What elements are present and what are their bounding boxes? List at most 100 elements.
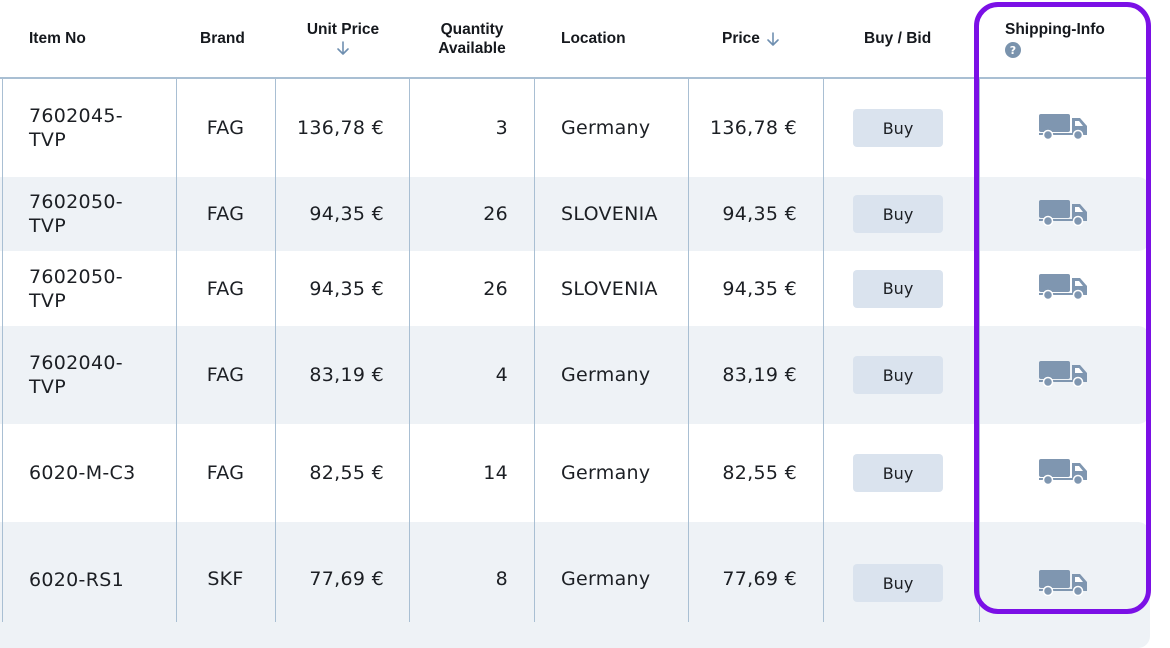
unit-price-cell: 136,78 € xyxy=(276,79,384,177)
brand-value: FAG xyxy=(206,277,245,300)
column-divider xyxy=(275,77,276,622)
truck-icon[interactable] xyxy=(1039,112,1089,145)
buy-button[interactable]: Buy xyxy=(853,195,943,233)
quantity-cell: 8 xyxy=(410,522,508,590)
item-no-line1: 6020-M-C3 xyxy=(29,462,136,484)
brand-cell: FAG xyxy=(176,79,275,177)
table-row: 7602040- TVP FAG 83,19 € 4 Germany 83,19 € Buy xyxy=(0,326,1150,424)
unit-price-cell: 94,35 € xyxy=(276,177,384,251)
header-shipping-info[interactable]: Shipping-Info ? xyxy=(1005,0,1135,77)
price-cell: 83,19 € xyxy=(689,326,797,424)
header-quantity-available[interactable]: Quantity Available xyxy=(416,0,528,77)
question-circle-icon[interactable]: ? xyxy=(1005,42,1021,58)
table-header: Item No Brand Unit Price Quantity Availa… xyxy=(0,0,1150,79)
location-cell: Germany xyxy=(561,424,686,522)
item-no-line1: 7602040- xyxy=(29,352,123,374)
brand-value: SKF xyxy=(207,568,244,590)
table-row: 7602050- TVP FAG 94,35 € 26 SLOVENIA 94,35 € Bu… xyxy=(0,251,1150,326)
table-row: 7602045- TVP FAG 136,78 € 3 Germany 136,78 € Bu… xyxy=(0,79,1150,177)
truck-icon[interactable] xyxy=(1039,359,1089,392)
buy-cell: Buy xyxy=(824,177,972,251)
sort-arrow-down-icon[interactable] xyxy=(766,30,780,48)
item-no-line2: TVP xyxy=(29,376,66,398)
header-item-no-label: Item No xyxy=(29,30,86,47)
buy-cell: Buy xyxy=(824,424,972,522)
location-cell: SLOVENIA xyxy=(561,251,686,326)
header-brand[interactable]: Brand xyxy=(200,0,260,77)
quantity-value: 14 xyxy=(483,462,508,484)
quantity-cell: 26 xyxy=(410,251,508,326)
header-price-label: Price xyxy=(722,30,760,47)
location-value: SLOVENIA xyxy=(561,203,658,225)
buy-button[interactable]: Buy xyxy=(853,269,943,308)
shipping-cell xyxy=(981,522,1147,601)
header-price[interactable]: Price xyxy=(722,0,812,77)
buy-button[interactable]: Buy xyxy=(853,356,943,394)
header-item-no[interactable]: Item No xyxy=(29,0,169,77)
quantity-value: 26 xyxy=(483,277,508,300)
truck-icon[interactable] xyxy=(1039,568,1089,601)
table-row: 6020-M-C3 FAG 82,55 € 14 Germany 82,55 € Buy xyxy=(0,424,1150,522)
table-row: 7602050- TVP FAG 94,35 € 26 SLOVENIA 94,35 € Bu… xyxy=(0,177,1150,251)
item-no-cell[interactable]: 7602050- TVP xyxy=(29,177,169,251)
header-buy-bid-label: Buy / Bid xyxy=(864,30,932,47)
item-no-line2: TVP xyxy=(29,289,66,312)
location-cell: Germany xyxy=(561,79,686,177)
brand-value: FAG xyxy=(206,203,245,225)
quantity-cell: 26 xyxy=(410,177,508,251)
price-cell: 82,55 € xyxy=(689,424,797,522)
brand-cell: FAG xyxy=(176,326,275,424)
quantity-cell: 4 xyxy=(410,326,508,424)
header-location[interactable]: Location xyxy=(561,0,671,77)
item-no-cell[interactable]: 6020-M-C3 xyxy=(29,424,169,522)
quantity-value: 8 xyxy=(495,568,508,590)
price-value: 94,35 € xyxy=(722,277,797,300)
header-unit-price-label: Unit Price xyxy=(306,21,380,38)
brand-cell: SKF xyxy=(176,522,275,590)
brand-value: FAG xyxy=(206,462,245,484)
header-unit-price[interactable]: Unit Price xyxy=(288,0,398,77)
header-location-label: Location xyxy=(561,30,626,47)
item-no-cell[interactable]: 7602045- TVP xyxy=(29,79,169,177)
unit-price-value: 136,78 € xyxy=(296,117,384,139)
buy-button[interactable]: Buy xyxy=(853,454,943,492)
price-cell: 94,35 € xyxy=(689,251,797,326)
location-cell: Germany xyxy=(561,522,686,590)
buy-cell: Buy xyxy=(824,251,972,326)
column-divider xyxy=(176,77,177,622)
unit-price-value: 77,69 € xyxy=(309,568,384,590)
buy-button[interactable]: Buy xyxy=(853,109,943,147)
truck-icon[interactable] xyxy=(1039,272,1089,305)
unit-price-cell: 83,19 € xyxy=(276,326,384,424)
quantity-cell: 14 xyxy=(410,424,508,522)
header-brand-label: Brand xyxy=(200,30,245,47)
location-value: Germany xyxy=(561,462,651,484)
price-cell: 94,35 € xyxy=(689,177,797,251)
item-no-line1: 6020-RS1 xyxy=(29,569,124,591)
quantity-value: 4 xyxy=(495,364,508,386)
sort-arrow-down-icon[interactable] xyxy=(336,39,350,57)
price-cell: 77,69 € xyxy=(689,522,797,590)
brand-value: FAG xyxy=(206,364,245,386)
shipping-cell xyxy=(981,424,1147,522)
header-shipping-info-label: Shipping-Info xyxy=(1005,21,1105,38)
table-row: 6020-RS1 SKF 77,69 € 8 Germany 77,69 € Buy xyxy=(0,522,1150,648)
unit-price-value: 83,19 € xyxy=(309,364,384,386)
header-buy-bid[interactable]: Buy / Bid xyxy=(864,0,954,77)
buy-button[interactable]: Buy xyxy=(853,564,943,602)
truck-icon[interactable] xyxy=(1039,198,1089,231)
item-no-cell[interactable]: 7602040- TVP xyxy=(29,326,169,424)
unit-price-cell: 77,69 € xyxy=(276,522,384,590)
quantity-value: 26 xyxy=(483,203,508,225)
item-no-cell[interactable]: 7602050- TVP xyxy=(29,251,169,326)
truck-icon[interactable] xyxy=(1039,457,1089,490)
price-value: 136,78 € xyxy=(709,117,797,139)
unit-price-value: 94,35 € xyxy=(309,203,384,225)
location-value: Germany xyxy=(561,117,651,139)
price-value: 94,35 € xyxy=(722,203,797,225)
item-no-line1: 7602045- xyxy=(29,105,123,127)
item-no-line2: TVP xyxy=(29,129,66,151)
item-no-cell[interactable]: 6020-RS1 xyxy=(29,522,169,592)
price-value: 77,69 € xyxy=(722,568,797,590)
brand-cell: FAG xyxy=(176,251,275,326)
